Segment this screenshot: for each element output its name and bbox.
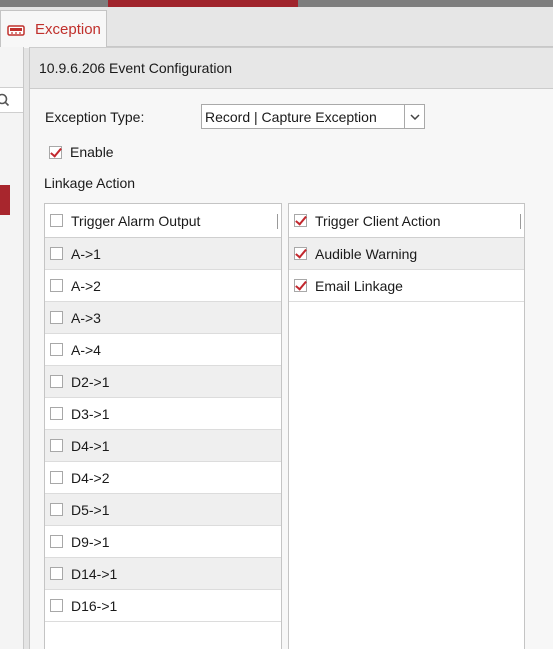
client-action-checkbox[interactable]: [294, 279, 307, 292]
alarm-output-row[interactable]: D5->1: [45, 494, 281, 526]
alarm-output-select-all-checkbox[interactable]: [50, 214, 63, 227]
alarm-output-row[interactable]: D9->1: [45, 526, 281, 558]
device-search-field[interactable]: [0, 87, 23, 113]
alarm-output-label: D9->1: [71, 533, 110, 550]
client-action-label: Email Linkage: [315, 277, 403, 294]
alarm-output-header[interactable]: Trigger Alarm Output: [45, 204, 281, 238]
alarm-output-row[interactable]: D14->1: [45, 558, 281, 590]
alarm-output-checkbox[interactable]: [50, 599, 63, 612]
alarm-output-checkbox[interactable]: [50, 439, 63, 452]
alarm-output-row[interactable]: D4->1: [45, 430, 281, 462]
column-divider: [520, 214, 521, 229]
alarm-output-row[interactable]: D16->1: [45, 590, 281, 622]
alarm-output-checkbox[interactable]: [50, 375, 63, 388]
client-action-checkbox[interactable]: [294, 247, 307, 260]
alarm-output-label: A->3: [71, 309, 101, 326]
linkage-action-label: Linkage Action: [44, 175, 136, 191]
alarm-output-checkbox[interactable]: [50, 311, 63, 324]
alarm-output-list: Trigger Alarm Output A->1 A->2 A->3 A->4 D2-…: [44, 203, 282, 649]
alarm-output-checkbox[interactable]: [50, 279, 63, 292]
window-top-bar-accent: [108, 0, 298, 7]
chevron-down-icon[interactable]: [404, 105, 424, 128]
alarm-output-label: D3->1: [71, 405, 110, 422]
alarm-output-row[interactable]: A->4: [45, 334, 281, 366]
alarm-output-row[interactable]: A->1: [45, 238, 281, 270]
alarm-output-row[interactable]: D3->1: [45, 398, 281, 430]
alarm-output-checkbox[interactable]: [50, 535, 63, 548]
search-icon[interactable]: [0, 93, 10, 107]
device-tree-panel: [0, 47, 24, 649]
client-action-row[interactable]: Email Linkage: [289, 270, 524, 302]
exception-type-select[interactable]: Record | Capture Exception: [201, 104, 425, 129]
tab-strip: Exception: [0, 7, 553, 48]
alarm-output-checkbox[interactable]: [50, 567, 63, 580]
tab-exception-label: Exception: [35, 21, 101, 38]
alarm-output-label: D5->1: [71, 501, 110, 518]
alarm-output-checkbox[interactable]: [50, 247, 63, 260]
client-action-label: Audible Warning: [315, 245, 418, 262]
exception-type-value: Record | Capture Exception: [205, 108, 377, 125]
alarm-output-label: D14->1: [71, 565, 118, 582]
alarm-output-label: A->4: [71, 341, 101, 358]
device-tree-selected-item[interactable]: [0, 185, 10, 215]
column-divider: [277, 214, 278, 229]
alarm-output-label: A->2: [71, 277, 101, 294]
alarm-output-checkbox[interactable]: [50, 343, 63, 356]
client-action-list: Trigger Client Action Audible Warning Ema…: [288, 203, 525, 649]
client-action-header-label: Trigger Client Action: [315, 212, 441, 229]
alarm-output-label: D16->1: [71, 597, 118, 614]
enable-checkbox[interactable]: [49, 145, 62, 159]
alarm-output-header-label: Trigger Alarm Output: [71, 212, 201, 229]
client-action-row[interactable]: Audible Warning: [289, 238, 524, 270]
alarm-host-icon: [7, 23, 25, 37]
page-title: 10.9.6.206 Event Configuration: [30, 47, 553, 89]
alarm-output-label: D4->1: [71, 437, 110, 454]
alarm-output-checkbox[interactable]: [50, 471, 63, 484]
client-action-header[interactable]: Trigger Client Action: [289, 204, 524, 238]
exception-type-label: Exception Type:: [45, 109, 145, 125]
alarm-output-checkbox[interactable]: [50, 503, 63, 516]
alarm-output-row[interactable]: D4->2: [45, 462, 281, 494]
client-action-select-all-checkbox[interactable]: [294, 214, 307, 227]
alarm-output-label: D2->1: [71, 373, 110, 390]
tab-exception[interactable]: Exception: [0, 10, 107, 48]
enable-label: Enable: [70, 144, 114, 160]
event-configuration-panel: 10.9.6.206 Event Configuration Exception…: [29, 47, 553, 649]
alarm-output-label: D4->2: [71, 469, 110, 486]
alarm-output-label: A->1: [71, 245, 101, 262]
enable-row[interactable]: Enable: [49, 144, 114, 160]
alarm-output-row[interactable]: A->2: [45, 270, 281, 302]
alarm-output-row[interactable]: A->3: [45, 302, 281, 334]
alarm-output-row[interactable]: D2->1: [45, 366, 281, 398]
alarm-output-checkbox[interactable]: [50, 407, 63, 420]
